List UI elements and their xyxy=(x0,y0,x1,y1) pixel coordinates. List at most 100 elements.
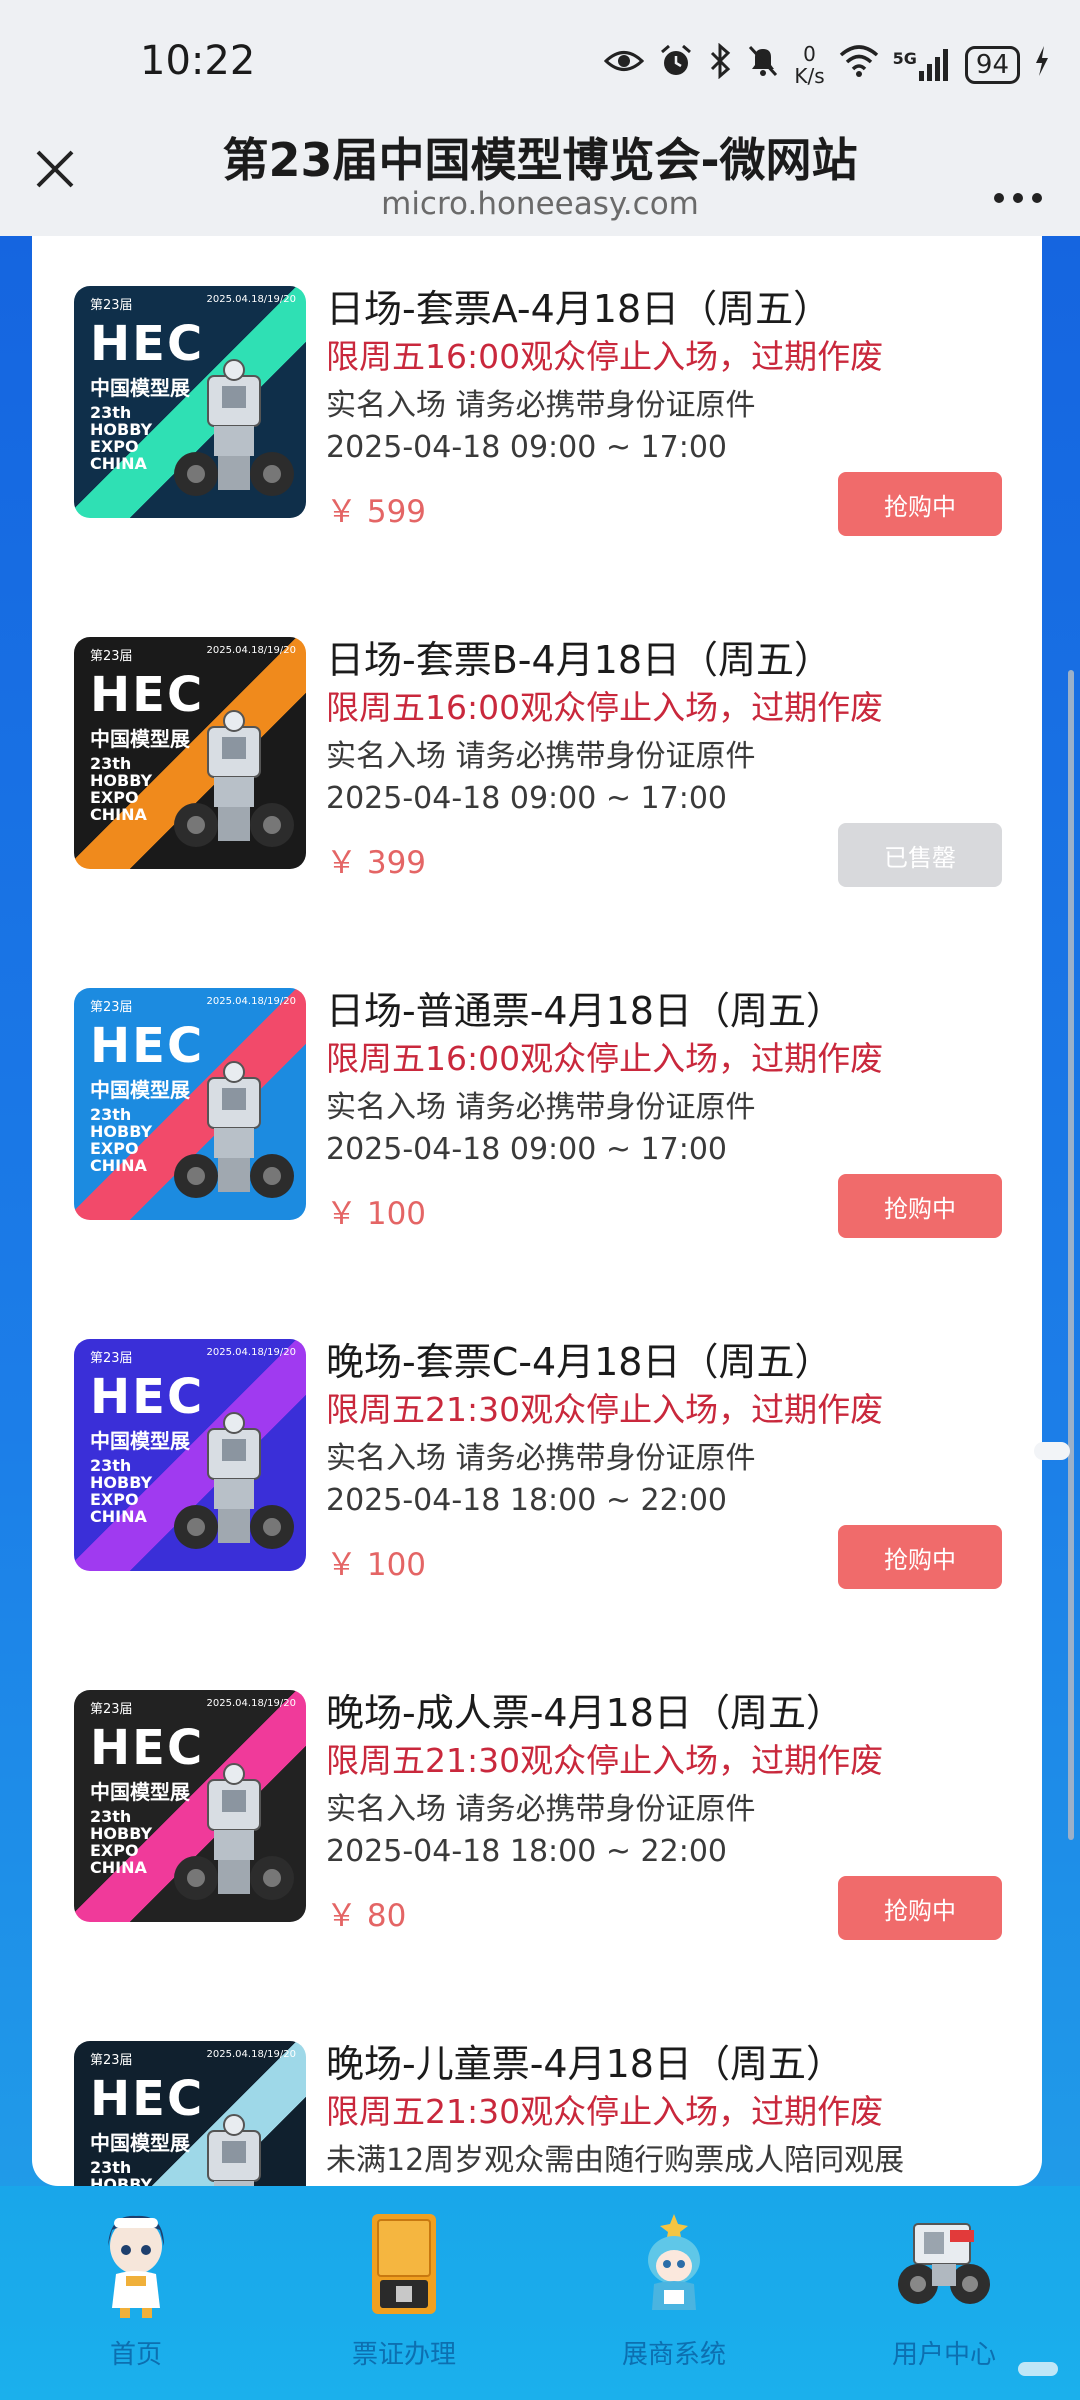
thumb-subtitle: 23thHOBBYEXPOCHINA xyxy=(90,404,152,472)
net-speed: 0 K/s xyxy=(794,43,824,87)
mute-icon xyxy=(746,43,780,88)
status-bar: 10:22 0 K/s 5G 94 xyxy=(0,0,1080,128)
thumb-edition: 第23届 xyxy=(90,2053,133,2068)
thumb-subtitle: 23thHOBBYEXPOCHINA xyxy=(90,1808,152,1876)
ticket-thumbnail: 第23届2025.04.18/19/20HEC中国模型展23thHOBBYEXP… xyxy=(74,637,306,869)
thumb-date: 2025.04.18/19/20 xyxy=(206,645,296,656)
ticket-description: 实名入场 请务必携带身份证原件 xyxy=(326,1441,756,1476)
thumb-line: 23th xyxy=(90,1807,132,1826)
nav-home[interactable]: 首页 xyxy=(36,2210,236,2380)
ticket-price: ￥ 599 xyxy=(326,494,427,530)
thumb-line: CHINA xyxy=(90,1507,147,1526)
ticket-item[interactable]: 第23届2025.04.18/19/20HEC中国模型展23thHOBBYEXP… xyxy=(32,557,1042,908)
printer-icon xyxy=(354,2210,454,2320)
nav-user-center[interactable]: 用户中心 xyxy=(844,2210,1044,2380)
nav-label: 票证办理 xyxy=(351,2340,456,2370)
buy-button[interactable]: 抢购中 xyxy=(838,1174,1002,1238)
thumb-line: CHINA xyxy=(90,454,147,473)
ticket-item[interactable]: 第23届2025.04.18/19/20HEC中国模型展23thHOBBYEXP… xyxy=(32,1961,1042,2186)
thumb-line: EXPO xyxy=(90,437,139,456)
ticket-thumbnail: 第23届2025.04.18/19/20HEC中国模型展23thHOBBYEXP… xyxy=(74,988,306,1220)
thumb-line: 23th xyxy=(90,1105,132,1124)
thumb-edition: 第23届 xyxy=(90,649,133,664)
buy-button[interactable]: 抢购中 xyxy=(838,1525,1002,1589)
title-bar: 第23届中国模型博览会-微网站 micro.honeeasy.com xyxy=(0,118,1080,236)
ticket-thumbnail: 第23届2025.04.18/19/20HEC中国模型展23thHOBBYEXP… xyxy=(74,1690,306,1922)
bottom-nav: 首页 票证办理 展商系统 用户中心 xyxy=(0,2186,1080,2400)
ticket-description: 实名入场 请务必携带身份证原件 xyxy=(326,739,756,774)
wifi-icon xyxy=(839,44,879,86)
ticket-notice: 限周五16:00观众停止入场，过期作废 xyxy=(326,688,884,727)
thumb-line: HOBBY xyxy=(90,420,153,439)
ticket-name: 晚场-套票C-4月18日（周五） xyxy=(326,1340,833,1384)
signal-icon: 5G xyxy=(893,49,951,81)
ticket-item[interactable]: 第23届2025.04.18/19/20HEC中国模型展23thHOBBYEXP… xyxy=(32,1610,1042,1961)
ticket-price: ￥ 80 xyxy=(326,1898,407,1934)
thumb-line: 23th xyxy=(90,754,132,773)
more-menu-icon[interactable] xyxy=(992,162,1044,216)
thumb-line: 23th xyxy=(90,403,132,422)
status-time: 10:22 xyxy=(140,38,256,84)
robot-illustration xyxy=(174,1763,294,1900)
charging-icon xyxy=(1034,45,1050,85)
thumb-edition: 第23届 xyxy=(90,1351,133,1366)
ticket-description: 实名入场 请务必携带身份证原件 xyxy=(326,388,756,423)
ticket-price: ￥ 100 xyxy=(326,1547,427,1583)
network-label: 5G xyxy=(892,49,917,68)
ticket-item[interactable]: 第23届2025.04.18/19/20HEC中国模型展23thHOBBYEXP… xyxy=(32,908,1042,1259)
thumb-date: 2025.04.18/19/20 xyxy=(206,996,296,1007)
ticket-thumbnail: 第23届2025.04.18/19/20HEC中国模型展23thHOBBYEXP… xyxy=(74,1339,306,1571)
ticket-name: 日场-套票B-4月18日（周五） xyxy=(326,638,833,682)
ticket-list: 第23届 2025.04.18/19/20 HEC 中国模型展 23th HOBBY EXP… xyxy=(32,236,1042,2186)
ticket-description: 未满12周岁观众需由随行购票成人陪同观展 xyxy=(326,2143,905,2178)
thumb-line: HOBBY xyxy=(90,771,153,790)
robot-vehicle-icon xyxy=(894,2210,994,2320)
robot-illustration xyxy=(174,1061,294,1198)
bluetooth-icon xyxy=(708,42,732,88)
thumb-line: 23th xyxy=(90,2158,132,2177)
thumb-line: HOBBY xyxy=(90,1824,153,1843)
page-title: 第23届中国模型博览会-微网站 xyxy=(222,133,858,187)
robot-illustration xyxy=(174,710,294,847)
ticket-price: ￥ 399 xyxy=(326,845,427,881)
thumb-line: 23th xyxy=(90,1456,132,1475)
alarm-icon xyxy=(658,43,694,88)
robot-illustration xyxy=(174,1412,294,1549)
nav-ticket-service[interactable]: 票证办理 xyxy=(304,2210,504,2380)
thumb-subtitle: 23thHOBBYEXPOCHINA xyxy=(90,755,152,823)
thumb-line: CHINA xyxy=(90,1156,147,1175)
ticket-datetime: 2025-04-18 18:00 ~ 22:00 xyxy=(326,1483,728,1518)
thumb-date: 2025.04.18/19/20 xyxy=(206,2049,296,2060)
ticket-thumbnail: 第23届2025.04.18/19/20HEC中国模型展23thHOBBYEXP… xyxy=(74,2041,306,2186)
battery-indicator: 94 xyxy=(964,46,1020,84)
ticket-item[interactable]: 第23届2025.04.18/19/20HEC中国模型展23thHOBBYEXP… xyxy=(32,236,1042,557)
eye-icon xyxy=(604,45,645,85)
home-indicator xyxy=(1018,2362,1058,2376)
net-speed-value: 0 xyxy=(803,42,816,66)
thumb-line: HOBBY xyxy=(90,1122,153,1141)
ticket-description: 实名入场 请务必携带身份证原件 xyxy=(326,1792,756,1827)
robot-illustration xyxy=(174,359,294,496)
ticket-notice: 限周五21:30观众停止入场，过期作废 xyxy=(326,2092,884,2131)
thumb-line: CHINA xyxy=(90,805,147,824)
nav-label: 首页 xyxy=(109,2340,162,2370)
ticket-item[interactable]: 第23届2025.04.18/19/20HEC中国模型展23thHOBBYEXP… xyxy=(32,1259,1042,1610)
buy-button[interactable]: 抢购中 xyxy=(838,472,1002,536)
net-speed-unit: K/s xyxy=(794,64,825,88)
thumb-subtitle: 23thHOBBYEXPOCHINA xyxy=(90,1457,152,1525)
ticket-name: 日场-普通票-4月18日（周五） xyxy=(326,989,844,1033)
nav-label: 用户中心 xyxy=(891,2340,996,2370)
thumb-line: CHINA xyxy=(90,1858,147,1877)
thumb-line: EXPO xyxy=(90,1841,139,1860)
scrollbar[interactable] xyxy=(1068,670,1074,1840)
sold-out-button[interactable]: 已售罄 xyxy=(838,823,1002,887)
thumb-line: EXPO xyxy=(90,788,139,807)
thumb-date: 2025.04.18/19/20 xyxy=(206,1698,296,1709)
floating-handle[interactable] xyxy=(1034,1442,1070,1460)
buy-button[interactable]: 抢购中 xyxy=(838,1876,1002,1940)
nav-exhibitor-system[interactable]: 展商系统 xyxy=(574,2210,774,2380)
thumb-date: 2025.04.18/19/20 xyxy=(206,1347,296,1358)
thumb-line: HOBBY xyxy=(90,1473,153,1492)
ticket-notice: 限周五16:00观众停止入场，过期作废 xyxy=(326,1039,884,1078)
thumb-edition: 第23届 xyxy=(90,1702,133,1717)
